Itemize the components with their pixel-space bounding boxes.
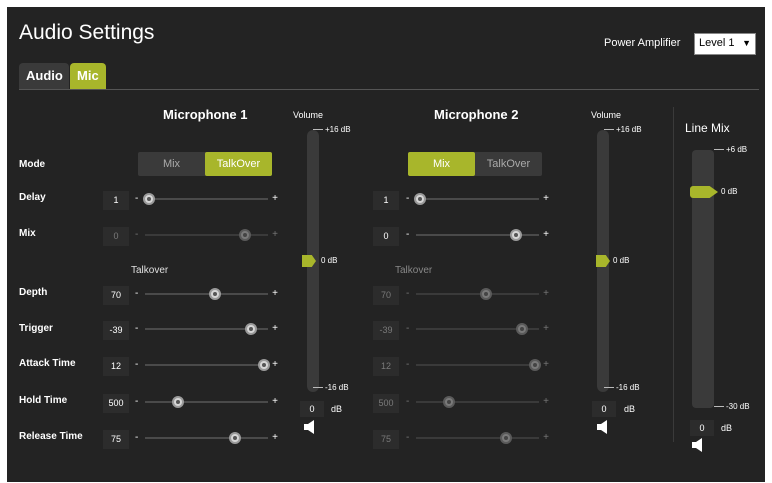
mic2-title: Microphone 2 [434, 107, 519, 122]
line-mix-unit: dB [721, 423, 733, 433]
mic1-release-slider[interactable]: - + [135, 432, 278, 444]
mic2-hold-value[interactable]: 500 [373, 394, 399, 413]
mic1-attack-value[interactable]: 12 [103, 357, 129, 376]
mic1-depth-knob[interactable] [209, 288, 221, 300]
mic2-volume-unit: dB [624, 404, 636, 414]
delay-label: Delay [19, 192, 46, 203]
mic2-release-knob[interactable] [500, 432, 512, 444]
mic2-volume-label: Volume [591, 110, 622, 120]
mic2-mix-value[interactable]: 0 [373, 227, 399, 246]
mic1-title: Microphone 1 [163, 107, 248, 122]
mic1-mix-value[interactable]: 0 [103, 227, 129, 246]
mic1-volume-value[interactable]: 0 [300, 401, 324, 417]
mic2-delay-value[interactable]: 1 [373, 191, 399, 210]
trigger-label: Trigger [19, 323, 53, 334]
mic2-hold-knob[interactable] [443, 396, 455, 408]
mic2-delay-knob[interactable] [414, 193, 426, 205]
mic1-hold-knob[interactable] [172, 396, 184, 408]
mic2-release-value[interactable]: 75 [373, 430, 399, 449]
mic2-depth-value[interactable]: 70 [373, 286, 399, 305]
mic2-attack-slider[interactable]: - + [406, 359, 549, 371]
mic2-trigger-knob[interactable] [516, 323, 528, 335]
mic1-volume-label: Volume [293, 110, 324, 120]
mic1-volume-min: -16 dB [313, 383, 349, 392]
page-title: Audio Settings [19, 21, 155, 44]
mic2-volume-max: +16 dB [604, 125, 642, 134]
line-mix-divider [673, 107, 674, 442]
line-mix-title: Line Mix [685, 121, 730, 135]
line-mix-value[interactable]: 0 [690, 420, 714, 436]
mic2-mode-talkover[interactable]: TalkOver [475, 152, 542, 176]
chevron-down-icon: ▼ [742, 38, 751, 48]
mic2-mode-mix[interactable]: Mix [408, 152, 475, 176]
mic2-trigger-slider[interactable]: - + [406, 323, 549, 335]
power-amplifier-label: Power Amplifier [604, 37, 681, 49]
mic1-volume-max: +16 dB [313, 125, 351, 134]
mic1-hold-value[interactable]: 500 [103, 394, 129, 413]
mic1-depth-value[interactable]: 70 [103, 286, 129, 305]
mic1-delay-value[interactable]: 1 [103, 191, 129, 210]
tab-underline [19, 89, 759, 90]
mic2-depth-knob[interactable] [480, 288, 492, 300]
mic2-hold-slider[interactable]: - + [406, 396, 549, 408]
mic2-mix-knob[interactable] [510, 229, 522, 241]
mode-label: Mode [19, 159, 46, 170]
tab-audio[interactable]: Audio [19, 63, 69, 89]
mic2-volume-value[interactable]: 0 [592, 401, 616, 417]
mic2-mode-toggle: Mix TalkOver [408, 152, 542, 176]
line-mix-max: +6 dB [714, 145, 747, 154]
mic1-delay-knob[interactable] [143, 193, 155, 205]
mic1-trigger-slider[interactable]: - + [135, 323, 278, 335]
mix-label: Mix [19, 228, 36, 239]
hold-time-label: Hold Time [19, 395, 68, 406]
power-amplifier-select[interactable]: Level 1 ▼ [694, 33, 756, 55]
mic1-volume-unit: dB [331, 404, 343, 414]
line-mix-min: -30 dB [714, 402, 750, 411]
mic1-mix-slider[interactable]: - + [135, 229, 278, 241]
mic2-talkover-label: Talkover [395, 265, 433, 276]
speaker-icon[interactable] [303, 420, 317, 434]
mic1-mode-talkover[interactable]: TalkOver [205, 152, 272, 176]
mic1-trigger-value[interactable]: -39 [103, 321, 129, 340]
mic2-release-slider[interactable]: - + [406, 432, 549, 444]
power-amplifier-value: Level 1 [699, 37, 735, 49]
mic1-volume-mid: 0 dB [321, 256, 338, 265]
mic1-mix-knob[interactable] [239, 229, 251, 241]
audio-settings-panel: Audio Settings Power Amplifier Level 1 ▼… [7, 7, 765, 482]
line-mix-mid: 0 dB [721, 187, 738, 196]
mic1-release-knob[interactable] [229, 432, 241, 444]
speaker-icon[interactable] [691, 438, 705, 452]
depth-label: Depth [19, 287, 48, 298]
mic1-depth-slider[interactable]: - + [135, 288, 278, 300]
mic1-trigger-knob[interactable] [245, 323, 257, 335]
mic1-talkover-label: Talkover [131, 265, 169, 276]
mic1-mode-toggle: Mix TalkOver [138, 152, 272, 176]
release-time-label: Release Time [19, 431, 83, 442]
mic2-volume-min: -16 dB [604, 383, 640, 392]
mic1-hold-slider[interactable]: - + [135, 396, 278, 408]
mic2-depth-slider[interactable]: - + [406, 288, 549, 300]
mic1-delay-slider[interactable]: - + [135, 193, 278, 205]
tab-mic[interactable]: Mic [70, 63, 106, 89]
attack-time-label: Attack Time [19, 358, 76, 369]
speaker-icon[interactable] [596, 420, 610, 434]
mic1-mode-mix[interactable]: Mix [138, 152, 205, 176]
mic1-attack-knob[interactable] [258, 359, 270, 371]
mic2-mix-slider[interactable]: - + [406, 229, 549, 241]
mic2-attack-knob[interactable] [529, 359, 541, 371]
mic2-volume-mid: 0 dB [613, 256, 630, 265]
mic1-release-value[interactable]: 75 [103, 430, 129, 449]
mic2-attack-value[interactable]: 12 [373, 357, 399, 376]
mic1-attack-slider[interactable]: - + [135, 359, 278, 371]
mic2-trigger-value[interactable]: -39 [373, 321, 399, 340]
mic2-delay-slider[interactable]: - + [406, 193, 549, 205]
